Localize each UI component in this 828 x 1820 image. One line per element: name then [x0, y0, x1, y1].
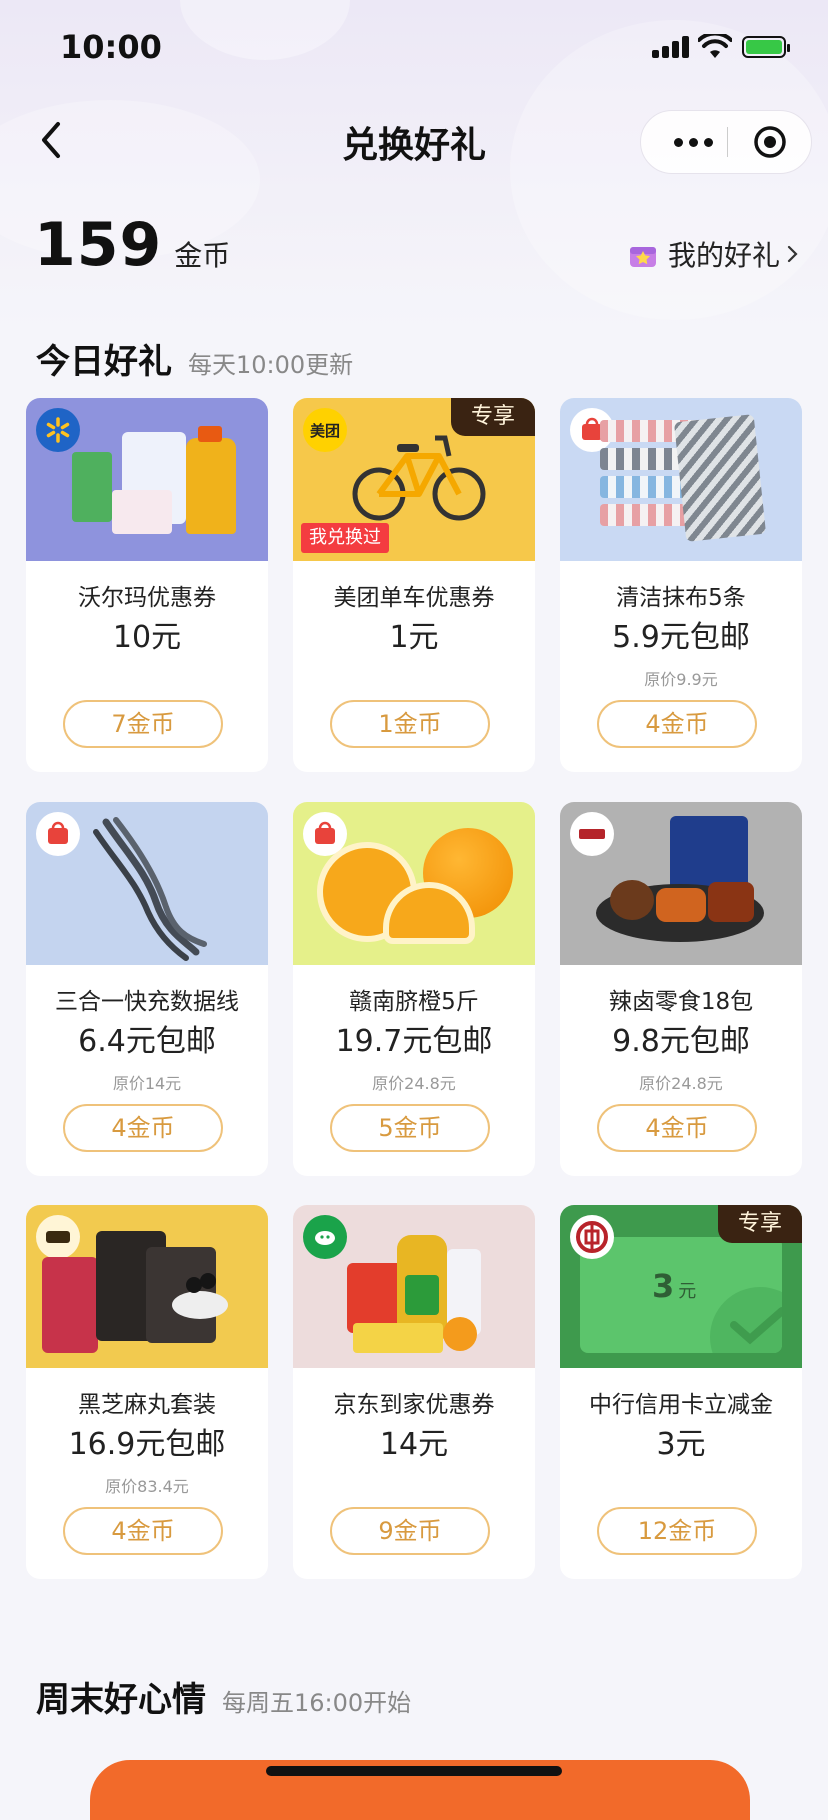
gift-card-boc-credit-voucher[interactable]: 3 元 专享 中行信用卡立减金 3元 12金币 — [560, 1205, 802, 1579]
gift-card-spicy-snacks[interactable]: 辣卤零食18包 9.8元包邮 原价24.8元 4金币 — [560, 802, 802, 1176]
redeem-button[interactable]: 4金币 — [597, 1104, 757, 1152]
product-image — [26, 398, 268, 561]
redeem-button[interactable]: 4金币 — [63, 1104, 223, 1152]
product-image: 3 元 专享 — [560, 1205, 802, 1368]
gift-card-charging-cable[interactable]: 三合一快充数据线 6.4元包邮 原价14元 4金币 — [26, 802, 268, 1176]
today-section-header: 今日好礼 每天10:00更新 — [36, 334, 353, 383]
status-bar: 10:00 — [0, 0, 828, 96]
my-gifts-label: 我的好礼 — [667, 239, 780, 272]
voucher-unit: 元 — [678, 1281, 697, 1302]
product-image — [293, 1205, 535, 1368]
product-image — [293, 802, 535, 965]
redeem-button[interactable]: 5金币 — [330, 1104, 490, 1152]
product-image: 美团 专享 我兑换过 — [293, 398, 535, 561]
product-price: 9.8元包邮 — [612, 1024, 750, 1059]
section-subtitle: 每周五16:00开始 — [222, 1689, 412, 1717]
more-options-button[interactable] — [663, 111, 723, 173]
product-price: 1元 — [389, 620, 439, 655]
mini-program-capsule — [640, 110, 812, 174]
product-name: 沃尔玛优惠券 — [78, 585, 216, 611]
chevron-right-icon — [787, 245, 798, 263]
snack-brand-logo-icon — [570, 812, 614, 856]
original-price: 原价14元 — [112, 1074, 182, 1093]
product-price: 6.4元包邮 — [78, 1024, 216, 1059]
product-name: 辣卤零食18包 — [608, 989, 754, 1015]
product-image — [560, 802, 802, 965]
walmart-logo-icon — [36, 408, 80, 452]
redeem-button[interactable]: 1金币 — [330, 700, 490, 748]
home-indicator[interactable] — [266, 1766, 562, 1776]
gift-card-black-sesame-balls[interactable]: 黑芝麻丸套装 16.9元包邮 原价83.4元 4金币 — [26, 1205, 268, 1579]
exclusive-tag: 专享 — [451, 398, 535, 436]
redeem-button[interactable]: 4金币 — [597, 700, 757, 748]
original-price: 原价9.9元 — [644, 670, 718, 689]
coin-balance: 159 金币 — [34, 210, 230, 280]
product-name: 赣南脐橙5斤 — [349, 989, 479, 1015]
product-price: 10元 — [112, 620, 182, 655]
gift-box-icon — [629, 247, 656, 267]
jd-daojia-logo-icon — [303, 1215, 347, 1259]
gift-card-cleaning-cloths[interactable]: 清洁抹布5条 5.9元包邮 原价9.9元 4金币 — [560, 398, 802, 772]
cellular-signal-icon — [652, 36, 692, 58]
tencent-shop-logo-icon — [36, 812, 80, 856]
exclusive-tag: 专享 — [718, 1205, 802, 1243]
cable-icon — [93, 817, 207, 961]
gift-card-walmart[interactable]: 沃尔玛优惠券 10元 7金币 — [26, 398, 268, 772]
close-mini-program-icon[interactable] — [753, 125, 787, 159]
product-price: 3元 — [656, 1427, 706, 1462]
original-price: 原价24.8元 — [639, 1074, 723, 1093]
product-name: 美团单车优惠券 — [333, 585, 495, 611]
redeem-button[interactable]: 4金币 — [63, 1507, 223, 1555]
section-title: 今日好礼 — [36, 342, 172, 382]
coin-unit: 金币 — [174, 239, 231, 272]
voucher-amount: 3 — [652, 1267, 675, 1305]
original-price: 原价24.8元 — [372, 1074, 456, 1093]
my-gifts-link[interactable]: 我的好礼 — [628, 234, 800, 274]
product-name: 黑芝麻丸套装 — [78, 1392, 216, 1418]
capsule-divider — [727, 127, 728, 157]
product-price: 14元 — [379, 1427, 449, 1462]
wugu-brand-logo-icon — [36, 1215, 80, 1259]
navigation-bar: 兑换好礼 — [0, 96, 828, 188]
product-name: 清洁抹布5条 — [616, 585, 746, 611]
original-price: 原价83.4元 — [105, 1477, 189, 1496]
product-image — [26, 802, 268, 965]
meituan-logo-icon: 美团 — [303, 408, 347, 452]
redeem-button[interactable]: 7金币 — [63, 700, 223, 748]
battery-icon — [742, 36, 790, 58]
status-time: 10:00 — [60, 28, 162, 66]
gift-card-meituan-bike[interactable]: 美团 专享 我兑换过 美团单车优惠券 1元 1金币 — [293, 398, 535, 772]
section-subtitle: 每天10:00更新 — [188, 351, 354, 379]
redeem-button[interactable]: 12金币 — [597, 1507, 757, 1555]
section-title: 周末好心情 — [36, 1680, 206, 1720]
redeem-button[interactable]: 9金币 — [330, 1507, 490, 1555]
redeemed-tag: 我兑换过 — [301, 523, 389, 553]
wifi-icon — [698, 34, 732, 58]
bank-of-china-logo-icon — [570, 1215, 614, 1259]
product-image — [560, 398, 802, 561]
product-name: 三合一快充数据线 — [55, 989, 239, 1015]
product-name: 中行信用卡立减金 — [589, 1392, 773, 1418]
product-price: 5.9元包邮 — [612, 620, 750, 655]
gift-card-jd-daojia[interactable]: 京东到家优惠券 14元 9金币 — [293, 1205, 535, 1579]
weekend-section-header: 周末好心情 每周五16:00开始 — [36, 1672, 411, 1721]
product-price: 16.9元包邮 — [68, 1427, 226, 1462]
gift-card-navel-oranges[interactable]: 赣南脐橙5斤 19.7元包邮 原价24.8元 5金币 — [293, 802, 535, 1176]
product-name: 京东到家优惠券 — [333, 1392, 495, 1418]
product-image — [26, 1205, 268, 1368]
product-price: 19.7元包邮 — [335, 1024, 493, 1059]
coin-amount: 159 — [34, 210, 163, 280]
